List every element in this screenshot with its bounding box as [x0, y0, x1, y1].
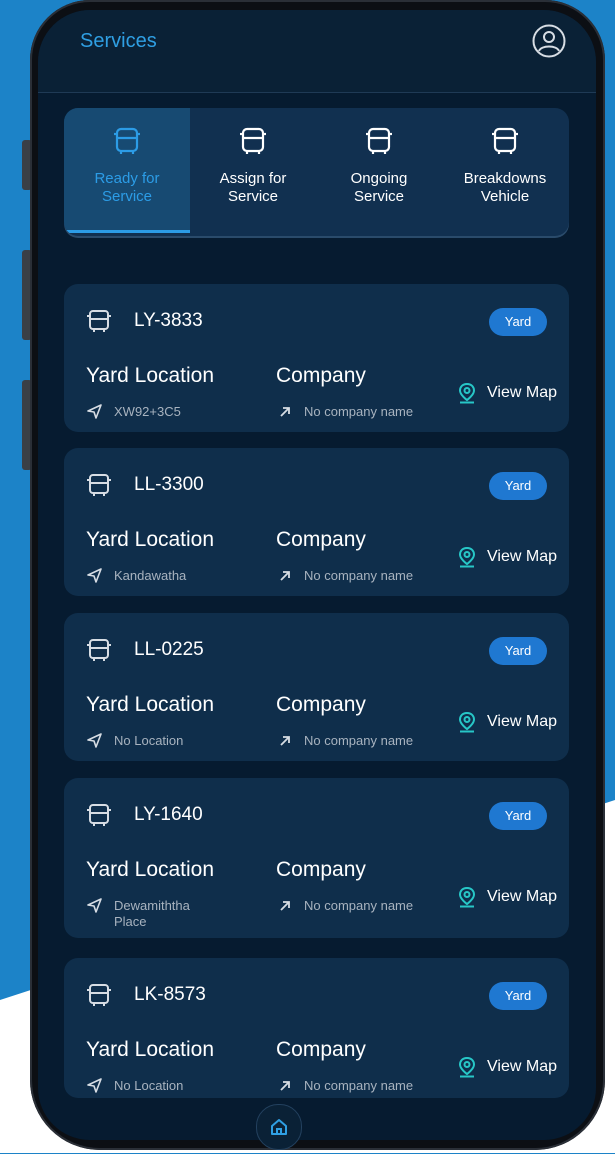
- navigation-arrow-icon: [87, 733, 102, 748]
- map-pin-icon: [459, 1056, 476, 1078]
- bus-icon: [240, 127, 266, 154]
- tab-label: Service: [227, 188, 279, 205]
- map-pin-icon: [459, 382, 476, 404]
- arrow-up-right-icon: [280, 901, 290, 911]
- bus-icon: [87, 639, 111, 661]
- view-map-button[interactable]: View Map: [459, 1056, 557, 1078]
- service-tabs: Ready for Service Assign for Service Ong…: [64, 108, 569, 236]
- yard-location-value: XW92+3C5: [86, 404, 181, 420]
- user-circle-icon[interactable]: [532, 24, 566, 58]
- navigation-arrow-icon: [87, 898, 102, 913]
- vehicle-card[interactable]: LL-0225 Yard Yard Location Company No Lo…: [64, 613, 569, 761]
- yard-location-label: Yard Location: [86, 364, 215, 387]
- tab-assign-for-service[interactable]: Assign for Service: [190, 108, 316, 233]
- arrow-up-right-icon: [280, 1081, 290, 1091]
- company-value: No company name: [276, 568, 413, 584]
- bus-icon: [87, 310, 111, 332]
- map-pin-icon: [459, 711, 476, 733]
- yard-location-value: No Location: [86, 1078, 183, 1094]
- yard-location-label: Yard Location: [86, 693, 215, 716]
- status-badge: Yard: [489, 308, 547, 336]
- tab-label: Breakdowns: [463, 170, 547, 187]
- status-badge: Yard: [489, 637, 547, 665]
- tab-label: Service: [353, 188, 405, 205]
- company-label: Company: [276, 858, 366, 881]
- navigation-arrow-icon: [87, 404, 102, 419]
- page-title: Services: [80, 30, 157, 52]
- company-value: No company name: [276, 404, 413, 420]
- bus-icon: [87, 804, 111, 826]
- vehicle-plate: LY-3833: [134, 310, 203, 331]
- vehicle-card[interactable]: LY-1640 Yard Yard Location Company Dewam…: [64, 778, 569, 938]
- tab-breakdowns-vehicle[interactable]: Breakdowns Vehicle: [442, 108, 568, 233]
- navigation-arrow-icon: [87, 568, 102, 583]
- company-value: No company name: [276, 733, 413, 749]
- arrow-up-right-icon: [280, 736, 290, 746]
- vehicle-plate: LL-3300: [134, 474, 204, 495]
- vehicle-card[interactable]: LK-8573 Yard Yard Location Company No Lo…: [64, 958, 569, 1098]
- tab-label: Ready for: [94, 170, 160, 187]
- arrow-up-right-icon: [280, 571, 290, 581]
- tab-label: Service: [101, 188, 153, 205]
- company-label: Company: [276, 693, 366, 716]
- vehicle-plate: LK-8573: [134, 984, 206, 1005]
- company-label: Company: [276, 1038, 366, 1061]
- view-map-button[interactable]: View Map: [459, 546, 557, 568]
- navigation-arrow-icon: [87, 1078, 102, 1093]
- tab-ready-for-service[interactable]: Ready for Service: [64, 108, 190, 233]
- view-map-button[interactable]: View Map: [459, 886, 557, 908]
- company-value: No company name: [276, 1078, 413, 1094]
- vehicle-plate: LL-0225: [134, 639, 204, 660]
- view-map-button[interactable]: View Map: [459, 382, 557, 404]
- bus-icon: [492, 127, 518, 154]
- yard-location-label: Yard Location: [86, 528, 215, 551]
- tab-ongoing-service[interactable]: Ongoing Service: [316, 108, 442, 233]
- home-icon: [271, 1119, 287, 1135]
- company-value: No company name: [276, 898, 413, 914]
- vehicle-plate: LY-1640: [134, 804, 203, 825]
- yard-location-value: Kandawatha: [86, 568, 186, 584]
- bus-icon: [114, 127, 140, 154]
- vehicle-card[interactable]: LY-3833 Yard Yard Location Company XW92+…: [64, 284, 569, 432]
- yard-location-value: No Location: [86, 733, 183, 749]
- status-badge: Yard: [489, 472, 547, 500]
- bus-icon: [87, 984, 111, 1006]
- tab-label: Assign for: [219, 170, 287, 187]
- map-pin-icon: [459, 546, 476, 568]
- yard-location-label: Yard Location: [86, 858, 215, 881]
- vehicle-card[interactable]: LL-3300 Yard Yard Location Company Kanda…: [64, 448, 569, 596]
- yard-location-value: Dewamiththa Place: [86, 898, 190, 930]
- map-pin-icon: [459, 886, 476, 908]
- app-screen: Services Ready for Service Assign for Se…: [38, 10, 596, 1140]
- company-label: Company: [276, 528, 366, 551]
- tab-label: Ongoing: [350, 170, 408, 187]
- yard-location-label: Yard Location: [86, 1038, 215, 1061]
- company-label: Company: [276, 364, 366, 387]
- bus-icon: [366, 127, 392, 154]
- home-button[interactable]: [256, 1104, 302, 1150]
- tab-label: Vehicle: [480, 188, 530, 205]
- bus-icon: [87, 474, 111, 496]
- arrow-up-right-icon: [280, 407, 290, 417]
- status-badge: Yard: [489, 802, 547, 830]
- app-header: Services: [38, 10, 596, 93]
- status-badge: Yard: [489, 982, 547, 1010]
- view-map-button[interactable]: View Map: [459, 711, 557, 733]
